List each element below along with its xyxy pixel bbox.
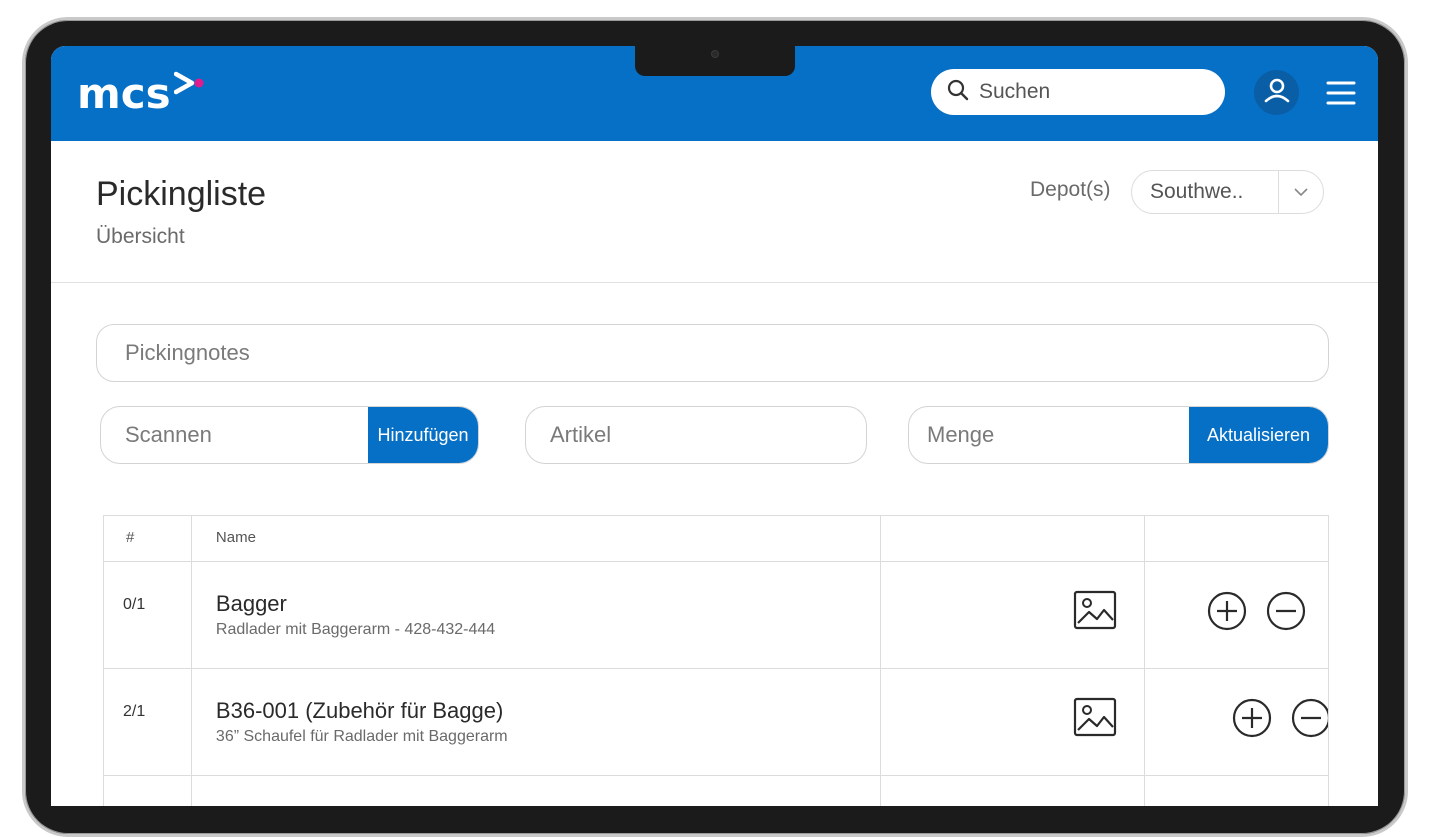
header-cell-num: # — [104, 516, 192, 561]
row-actions-cell — [1145, 562, 1329, 668]
row-image-cell — [881, 776, 1146, 806]
logo-text: mcs — [77, 69, 171, 118]
table-row[interactable]: 0/1 Bagger Radlader mit Baggerarm - 428-… — [104, 562, 1329, 669]
image-icon[interactable] — [1073, 697, 1117, 737]
row-actions-cell — [1145, 776, 1329, 806]
row-count-cell: 2/1 — [104, 669, 192, 775]
table-header-row: # Name — [104, 516, 1329, 562]
scan-field[interactable]: Hinzufügen — [100, 406, 479, 464]
search-input[interactable] — [979, 80, 1199, 104]
search-icon — [947, 79, 969, 106]
row-name: Bagger — [215, 591, 287, 616]
header-cell-name: Name — [192, 516, 882, 561]
chevron-down-icon[interactable] — [1279, 187, 1323, 197]
article-field[interactable] — [525, 406, 867, 464]
article-input[interactable] — [526, 407, 866, 463]
row-image-cell — [881, 562, 1146, 668]
user-icon — [1263, 76, 1291, 109]
row-count-cell: 0/1 — [104, 562, 192, 668]
search-bar[interactable] — [931, 69, 1225, 115]
hamburger-icon — [1326, 81, 1356, 110]
row-image-cell — [881, 669, 1146, 775]
quantity-field[interactable]: Aktualisieren — [908, 406, 1329, 464]
picking-table: # Name 0/1 Bagger Radlader mit Baggerarm… — [103, 515, 1329, 806]
row-count: 0/1 — [123, 596, 146, 613]
scan-input[interactable] — [101, 407, 368, 463]
depot-label: Depot(s) — [1030, 178, 1111, 201]
quantity-input[interactable] — [909, 407, 1189, 463]
minus-circle-icon[interactable] — [1291, 698, 1328, 738]
hamburger-menu-button[interactable] — [1326, 80, 1356, 106]
page-title: Pickingliste — [96, 175, 267, 213]
header-cell-image — [881, 516, 1146, 561]
app-screen: mcs Suchen Pickingliste Übersicht Depot(… — [51, 46, 1378, 806]
row-name: B36-001 (Zubehör für Bagge) — [215, 698, 504, 723]
update-button[interactable]: Aktualisieren — [1189, 407, 1328, 463]
device-notch — [635, 46, 795, 76]
user-avatar-button[interactable] — [1254, 70, 1299, 115]
pickingnotes-field[interactable] — [96, 324, 1329, 382]
image-icon[interactable] — [1073, 590, 1117, 630]
plus-circle-icon[interactable] — [1232, 698, 1272, 738]
plus-circle-icon[interactable] — [1207, 591, 1247, 631]
page-header: Pickingliste Übersicht Depot(s) Southwe.… — [51, 141, 1378, 283]
add-button[interactable]: Hinzufügen — [368, 407, 478, 463]
row-count: 2/1 — [123, 703, 146, 720]
camera-icon — [711, 50, 719, 58]
depot-select[interactable]: Southwe.. — [1131, 170, 1324, 214]
depot-selected-value: Southwe.. — [1150, 180, 1244, 203]
row-count-cell — [104, 776, 192, 806]
header-name-label: Name — [215, 529, 256, 546]
header-num-label: # — [126, 529, 135, 546]
page-subtitle: Übersicht — [96, 225, 185, 248]
row-name-cell: B36-001 (Zubehör für Bagge) 36” Schaufel… — [192, 669, 882, 775]
row-name-cell — [192, 776, 882, 806]
row-name-cell: Bagger Radlader mit Baggerarm - 428-432-… — [192, 562, 882, 668]
row-description: Radlader mit Baggerarm - 428-432-444 — [215, 621, 496, 638]
table-row[interactable] — [104, 776, 1329, 806]
header-cell-actions — [1145, 516, 1329, 561]
pickingnotes-input[interactable] — [97, 325, 1328, 381]
logo-arrow-icon — [173, 71, 204, 99]
table-row[interactable]: 2/1 B36-001 (Zubehör für Bagge) 36” Scha… — [104, 669, 1329, 776]
row-actions-cell — [1145, 669, 1329, 775]
minus-circle-icon[interactable] — [1266, 591, 1306, 631]
mcs-logo[interactable]: mcs — [77, 69, 204, 118]
row-description: 36” Schaufel für Radlader mit Baggerarm — [215, 728, 508, 745]
